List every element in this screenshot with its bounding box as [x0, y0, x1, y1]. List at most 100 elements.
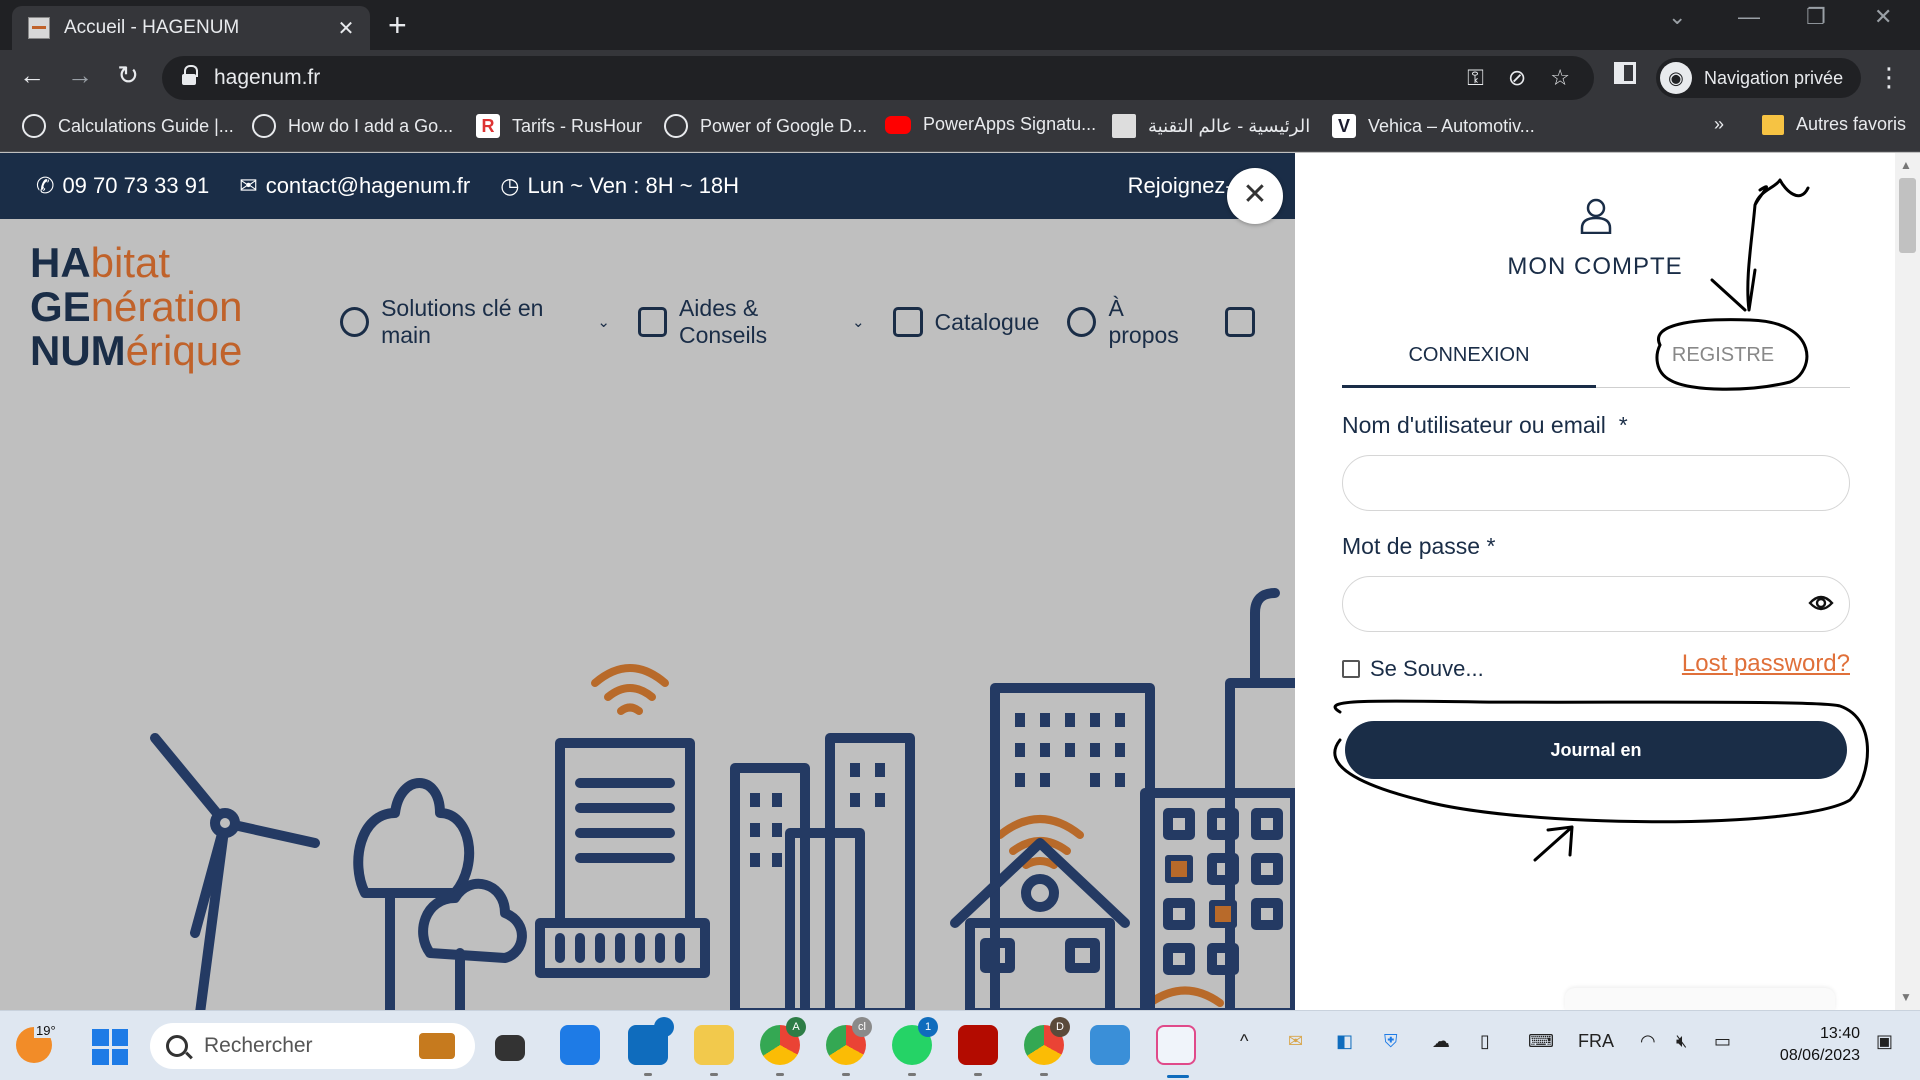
remember-me-checkbox[interactable]: Se Souve... [1342, 656, 1484, 682]
star-bookmark-icon[interactable]: ☆ [1550, 65, 1570, 91]
system-clock[interactable]: 13:40 08/06/2023 [1760, 1023, 1860, 1067]
address-bar[interactable]: hagenum.fr ⚿ ⊘ ☆ [162, 56, 1594, 100]
task-view-icon[interactable] [495, 1035, 525, 1061]
scroll-up-icon[interactable]: ▲ [1900, 158, 1912, 172]
bookmark-item[interactable]: Calculations Guide |... [22, 114, 234, 138]
password-input[interactable] [1342, 576, 1850, 632]
username-label: Nom d'utilisateur ou email * [1342, 412, 1628, 439]
back-icon[interactable]: ← [14, 60, 50, 91]
nav-label: Solutions clé en main [381, 295, 544, 348]
search-icon [166, 1035, 188, 1057]
language-indicator[interactable]: FRA [1578, 1031, 1614, 1052]
browser-menu-icon[interactable]: ⋮ [1876, 62, 1902, 93]
store-icon[interactable] [560, 1025, 600, 1065]
running-indicator [1040, 1073, 1048, 1076]
username-input[interactable] [1342, 455, 1850, 511]
folder-icon [1762, 114, 1784, 135]
chrome-icon[interactable]: D [1024, 1017, 1070, 1076]
tab-connexion[interactable]: CONNEXION [1342, 344, 1596, 367]
bookmark-item[interactable]: PowerApps Signatu... [885, 114, 1096, 135]
new-tab-button[interactable]: + [388, 8, 407, 42]
other-favorites-folder[interactable]: Autres favoris [1762, 114, 1906, 135]
login-button[interactable]: Journal en [1345, 721, 1847, 779]
site-logo[interactable]: HAbitat GEnération NUMérique [30, 241, 242, 373]
show-hidden-icons-chevron[interactable]: ^ [1240, 1031, 1248, 1052]
browser-toolbar: ← → ↻ hagenum.fr ⚿ ⊘ ☆ ◉ Navigation priv… [0, 50, 1920, 106]
restore-icon[interactable]: ❐ [1806, 4, 1826, 30]
more-bookmarks-button[interactable]: » [1714, 114, 1724, 135]
lost-password-link[interactable]: Lost password? [1674, 650, 1850, 678]
logo-line-1-rest: bitat [90, 239, 171, 286]
incognito-profile-button[interactable]: ◉ Navigation privée [1656, 58, 1862, 98]
cloud-tray-icon[interactable]: ☁ [1432, 1031, 1450, 1052]
tab-registre[interactable]: REGISTRE [1596, 344, 1850, 367]
whatsapp-icon[interactable]: 1 [892, 1017, 938, 1076]
scroll-down-icon[interactable]: ▼ [1900, 990, 1912, 1004]
running-indicator [842, 1073, 850, 1076]
more-bookmarks-chevron: » [1714, 114, 1725, 134]
bookmark-item[interactable]: V Vehica – Automotiv... [1332, 114, 1535, 138]
acrobat-icon[interactable] [958, 1025, 998, 1076]
speaker-muted-icon[interactable]: 🔇︎ [1676, 1031, 1687, 1052]
keyboard-icon[interactable]: ⌨ [1528, 1031, 1554, 1052]
bookmark-item[interactable]: الرئيسية - عالم التقنية [1112, 114, 1310, 138]
incognito-icon: ◉ [1660, 62, 1692, 94]
catalogue-icon [892, 307, 923, 337]
required-asterisk: * [1486, 533, 1496, 559]
tab-search-chevron-icon[interactable]: ⌄ [1668, 4, 1686, 30]
usb-drive-icon[interactable]: ▯ [1480, 1031, 1490, 1052]
side-panel-icon[interactable] [1614, 62, 1636, 84]
reload-icon[interactable]: ↻ [110, 60, 146, 91]
phone-contact[interactable]: ✆ 09 70 73 33 91 [36, 173, 209, 199]
google-data-icon [664, 114, 688, 138]
minimize-icon[interactable]: — [1738, 4, 1760, 30]
nav-solutions[interactable]: Solutions clé en main ⌄ [340, 295, 610, 349]
battery-icon[interactable]: ▭ [1714, 1031, 1731, 1052]
page-scrollbar[interactable] [1895, 153, 1920, 1010]
active-indicator [1167, 1075, 1189, 1078]
lock-icon[interactable] [182, 65, 198, 85]
nav-apropos[interactable]: À propos [1067, 295, 1197, 349]
browser-tab[interactable]: Accueil - HAGENUM ✕ [12, 6, 370, 50]
nav-aides[interactable]: Aides & Conseils ⌄ [637, 295, 865, 349]
email-contact[interactable]: ✉ contact@hagenum.fr [239, 173, 470, 199]
window-squares [1163, 808, 1283, 975]
forward-icon[interactable]: → [62, 60, 98, 91]
eye-off-icon[interactable]: ⊘ [1508, 65, 1526, 91]
defender-shield-icon[interactable]: ⛨ [1384, 1031, 1398, 1052]
checkbox-box[interactable] [1342, 660, 1360, 678]
running-indicator [776, 1073, 784, 1076]
chrome-icon[interactable]: cl [826, 1017, 872, 1076]
wifi-icon[interactable]: ◠ [1640, 1031, 1656, 1052]
photos-icon[interactable] [1090, 1025, 1130, 1065]
close-tab-icon[interactable]: ✕ [334, 16, 358, 41]
bookmark-label: Tarifs - RusHour [512, 115, 643, 136]
scrollbar-thumb[interactable] [1899, 178, 1916, 253]
opening-hours: ◷ Lun ~ Ven : 8H ~ 18H [500, 173, 739, 199]
floating-panel-edge [1565, 988, 1835, 1010]
file-explorer-icon[interactable] [694, 1025, 734, 1076]
url-text[interactable]: hagenum.fr [214, 66, 1467, 90]
nav-catalogue[interactable]: Catalogue [892, 307, 1039, 337]
chrome-icon[interactable]: A [760, 1017, 806, 1076]
bookmark-label: Autres favoris [1796, 114, 1907, 134]
taskbar-search[interactable]: Rechercher [150, 1023, 475, 1069]
notifications-icon[interactable]: ▣ [1876, 1031, 1893, 1052]
snipping-tool-icon[interactable] [1156, 1025, 1196, 1078]
nav-more[interactable] [1225, 307, 1267, 337]
site-top-bar: ✆ 09 70 73 33 91 ✉ contact@hagenum.fr ◷ Lun… [0, 153, 1295, 219]
phone-icon: ✆ [36, 173, 55, 198]
bookmark-item[interactable]: How do I add a Go... [252, 114, 453, 138]
chevron-down-icon: ⌄ [597, 314, 610, 331]
show-password-eye-icon[interactable] [1808, 590, 1834, 616]
key-icon[interactable]: ⚿ [1467, 65, 1484, 91]
outlook-tray-icon[interactable]: ◧ [1336, 1031, 1353, 1052]
bookmark-item[interactable]: R Tarifs - RusHour [476, 114, 642, 138]
outlook-icon[interactable] [628, 1017, 674, 1076]
mail-tray-icon[interactable]: ✉ [1288, 1031, 1303, 1052]
logo-line-1-bold: HA [30, 239, 91, 286]
close-drawer-button[interactable]: ✕ [1227, 168, 1283, 224]
bookmark-item[interactable]: Power of Google D... [664, 114, 867, 138]
close-window-icon[interactable]: ✕ [1874, 4, 1892, 30]
start-windows-icon[interactable] [92, 1029, 128, 1065]
